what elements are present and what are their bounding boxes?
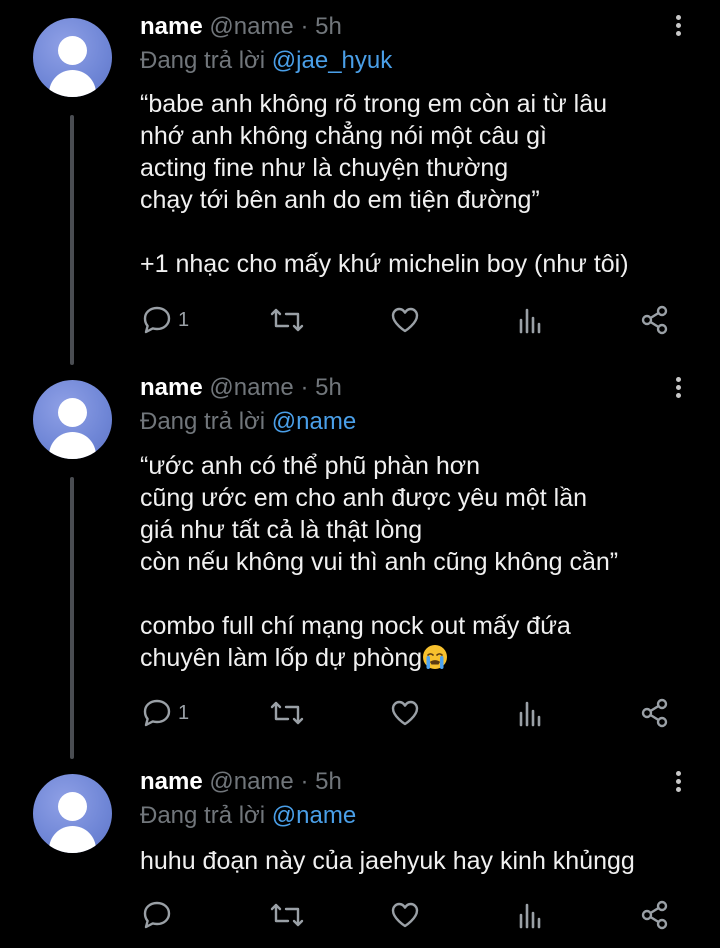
like-icon	[391, 307, 419, 333]
more-icon	[675, 15, 681, 20]
like-icon	[391, 700, 419, 726]
action-bar	[140, 898, 680, 932]
share-button[interactable]	[638, 898, 672, 932]
share-icon	[641, 698, 668, 728]
user-handle[interactable]: @name	[209, 13, 293, 40]
tweet-text: “ước anh có thể phũ phàn hơn cũng ước em…	[140, 450, 700, 674]
share-button[interactable]	[638, 303, 672, 337]
like-icon	[391, 902, 419, 928]
retweet-icon	[270, 308, 304, 332]
tweet-header: name @name · 5h	[140, 373, 342, 403]
replying-to: Đang trả lời @name	[140, 801, 356, 831]
default-avatar-icon	[58, 36, 87, 65]
tweet-header: name @name · 5h	[140, 12, 342, 42]
reply-to-handle[interactable]: @jae_hyuk	[272, 47, 392, 74]
tweet-text: huhu đoạn này của jaehyuk hay kinh khủng…	[140, 847, 635, 875]
tweet[interactable]: name @name · 5h Đang trả lời @name huhu …	[0, 756, 720, 948]
stats-icon	[519, 903, 541, 929]
action-bar: 1	[140, 303, 680, 337]
reply-to-handle[interactable]: @name	[272, 802, 356, 829]
retweet-button[interactable]	[268, 898, 306, 932]
avatar[interactable]	[33, 18, 112, 97]
reply-icon	[143, 901, 171, 929]
tweet-text: “babe anh không rõ trong em còn ai từ lâ…	[140, 90, 629, 278]
reply-prefix: Đang trả lời	[140, 408, 272, 435]
crying-face-emoji-icon	[423, 645, 448, 669]
stats-button[interactable]	[514, 898, 548, 932]
avatar[interactable]	[33, 774, 112, 853]
tweet-text-body: “ước anh có thể phũ phàn hơn cũng ước em…	[140, 452, 619, 672]
stats-button[interactable]	[514, 303, 548, 337]
reply-icon	[143, 699, 171, 727]
reply-icon	[143, 306, 171, 334]
share-icon	[641, 900, 668, 930]
default-avatar-icon	[58, 398, 87, 427]
action-bar: 1	[140, 696, 680, 730]
like-button[interactable]	[388, 898, 422, 932]
reply-button[interactable]: 1	[140, 303, 189, 337]
display-name[interactable]: name	[140, 13, 203, 40]
display-name[interactable]: name	[140, 768, 203, 795]
tweet[interactable]: name @name · 5h Đang trả lời @name “ước …	[0, 362, 720, 754]
user-handle[interactable]: @name	[209, 374, 293, 401]
user-handle[interactable]: @name	[209, 768, 293, 795]
tweet-header: name @name · 5h	[140, 767, 342, 797]
share-icon	[641, 305, 668, 335]
timestamp: · 5h	[293, 768, 342, 795]
more-options-button[interactable]	[668, 12, 688, 42]
stats-icon	[519, 701, 541, 727]
replying-to: Đang trả lời @name	[140, 407, 356, 437]
more-options-button[interactable]	[668, 768, 688, 798]
share-button[interactable]	[638, 696, 672, 730]
stats-icon	[519, 308, 541, 334]
default-avatar-icon	[58, 792, 87, 821]
avatar[interactable]	[33, 380, 112, 459]
display-name[interactable]: name	[140, 374, 203, 401]
reply-prefix: Đang trả lời	[140, 47, 272, 74]
replying-to: Đang trả lời @jae_hyuk	[140, 46, 392, 76]
more-icon	[675, 771, 681, 776]
reply-count: 1	[178, 308, 190, 331]
timestamp: · 5h	[293, 374, 342, 401]
reply-count: 1	[178, 701, 190, 724]
retweet-button[interactable]	[268, 303, 306, 337]
more-icon	[675, 377, 681, 382]
like-button[interactable]	[388, 303, 422, 337]
reply-prefix: Đang trả lời	[140, 802, 272, 829]
tweet[interactable]: name @name · 5h Đang trả lời @jae_hyuk “…	[0, 0, 720, 360]
retweet-icon	[270, 701, 304, 725]
retweet-button[interactable]	[268, 696, 306, 730]
timestamp: · 5h	[293, 13, 342, 40]
reply-button[interactable]	[140, 898, 178, 932]
like-button[interactable]	[388, 696, 422, 730]
reply-button[interactable]: 1	[140, 696, 189, 730]
stats-button[interactable]	[514, 696, 548, 730]
reply-to-handle[interactable]: @name	[272, 408, 356, 435]
retweet-icon	[270, 903, 304, 927]
more-options-button[interactable]	[668, 374, 688, 404]
